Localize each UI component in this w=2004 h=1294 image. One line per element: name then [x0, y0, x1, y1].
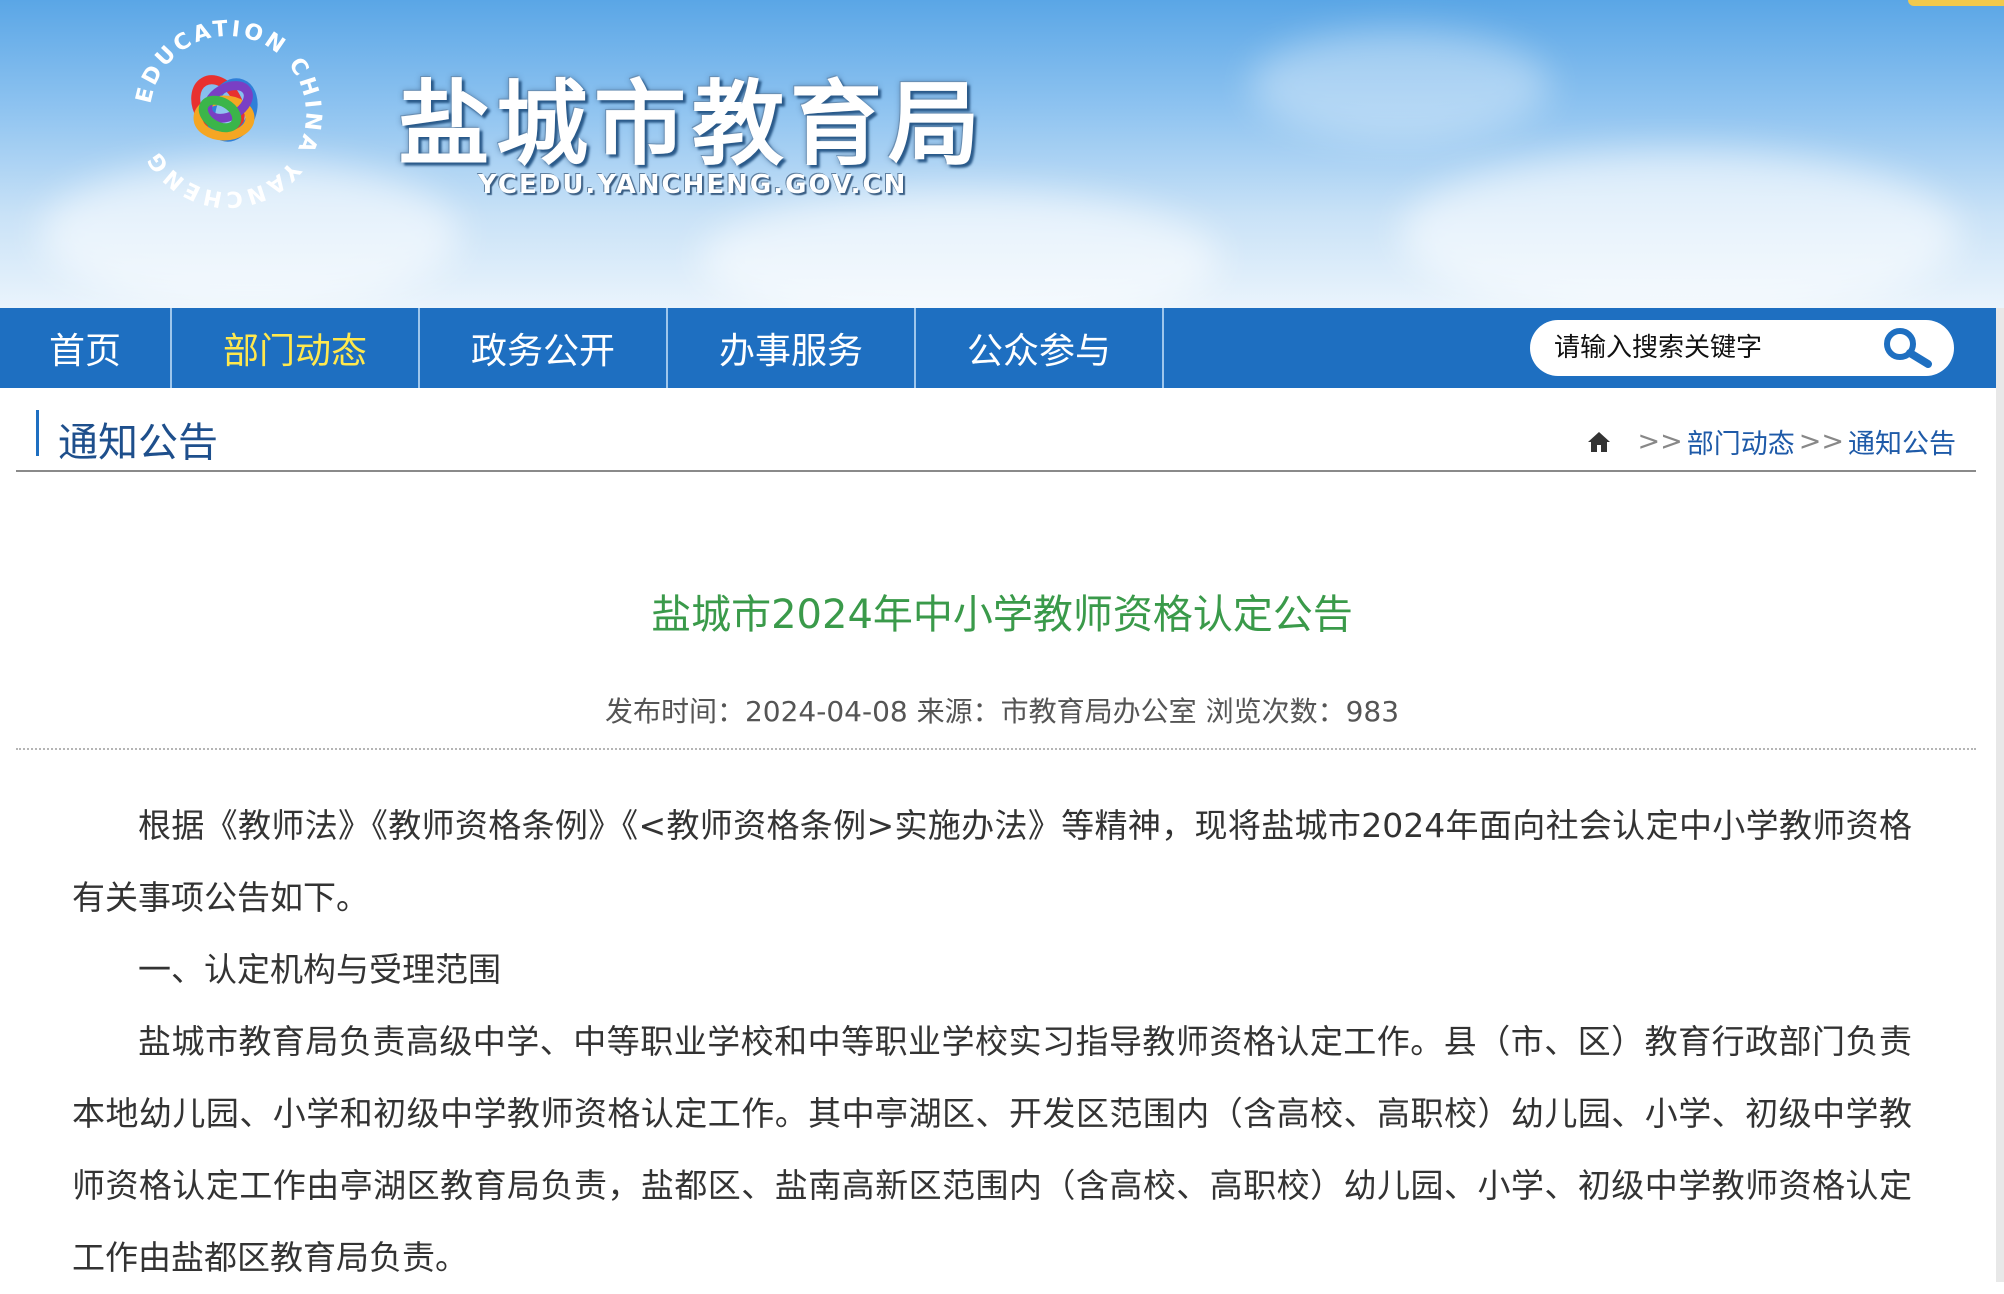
meta-publish-label: 发布时间：	[604, 695, 745, 728]
article-title: 盐城市2024年中小学教师资格认定公告	[651, 592, 1353, 638]
nav-item-home[interactable]: 首页	[0, 308, 172, 388]
nav-item-services[interactable]: 办事服务	[668, 308, 916, 388]
article-body: 根据《教师法》《教师资格条例》《<教师资格条例>实施办法》等精神，现将盐城市20…	[72, 790, 1912, 1294]
nav-item-public-participation[interactable]: 公众参与	[916, 308, 1164, 388]
search-icon[interactable]	[1876, 326, 1936, 370]
cloud-decoration	[700, 190, 1220, 308]
nav-item-department-news[interactable]: 部门动态	[172, 308, 420, 388]
section-header: 通知公告 >> 部门动态 >> 通知公告	[16, 388, 1976, 472]
search-box	[1530, 320, 1954, 376]
meta-source-label: 来源：	[916, 695, 1001, 728]
breadcrumb-separator: >>	[1798, 426, 1844, 457]
meta-source: 市教育局办公室	[1000, 695, 1197, 728]
article-paragraph: 根据《教师法》《教师资格条例》《<教师资格条例>实施办法》等精神，现将盐城市20…	[72, 806, 1912, 917]
search-input[interactable]	[1552, 332, 1856, 364]
scrollbar-track[interactable]	[1996, 308, 2004, 1282]
meta-publish-date: 2024-04-08	[744, 695, 908, 728]
site-logo[interactable]: EDUCATION CHINA YANCHENG	[128, 14, 328, 214]
article-heading: 一、认定机构与受理范围	[138, 950, 501, 989]
meta-views-label: 浏览次数：	[1205, 695, 1346, 728]
breadcrumb: >> 部门动态 >> 通知公告	[1586, 422, 1956, 461]
meta-views: 983	[1345, 695, 1400, 728]
article-divider	[16, 748, 1976, 750]
article-meta: 发布时间：2024-04-08 来源：市教育局办公室 浏览次数：983	[0, 690, 2004, 730]
nav-item-government-affairs[interactable]: 政务公开	[420, 308, 668, 388]
breadcrumb-separator: >>	[1637, 426, 1683, 457]
section-accent-bar	[36, 410, 39, 456]
article-paragraph: 盐城市教育局负责高级中学、中等职业学校和中等职业学校实习指导教师资格认定工作。县…	[72, 1022, 1912, 1277]
site-header: EDUCATION CHINA YANCHENG 盐城市教育局 YCEDU.YA…	[0, 0, 2004, 308]
logo-rings-icon	[191, 75, 258, 142]
breadcrumb-department-news[interactable]: 部门动态	[1687, 422, 1795, 461]
breadcrumb-notices[interactable]: 通知公告	[1848, 422, 1956, 461]
cloud-decoration	[1400, 150, 1960, 308]
site-title: 盐城市教育局	[398, 71, 987, 178]
corner-tab	[1908, 0, 2004, 6]
cloud-decoration	[1250, 30, 1550, 140]
home-icon[interactable]	[1586, 430, 1612, 454]
site-domain: YCEDU.YANCHENG.GOV.CN	[478, 170, 908, 200]
section-title: 通知公告	[58, 420, 218, 466]
